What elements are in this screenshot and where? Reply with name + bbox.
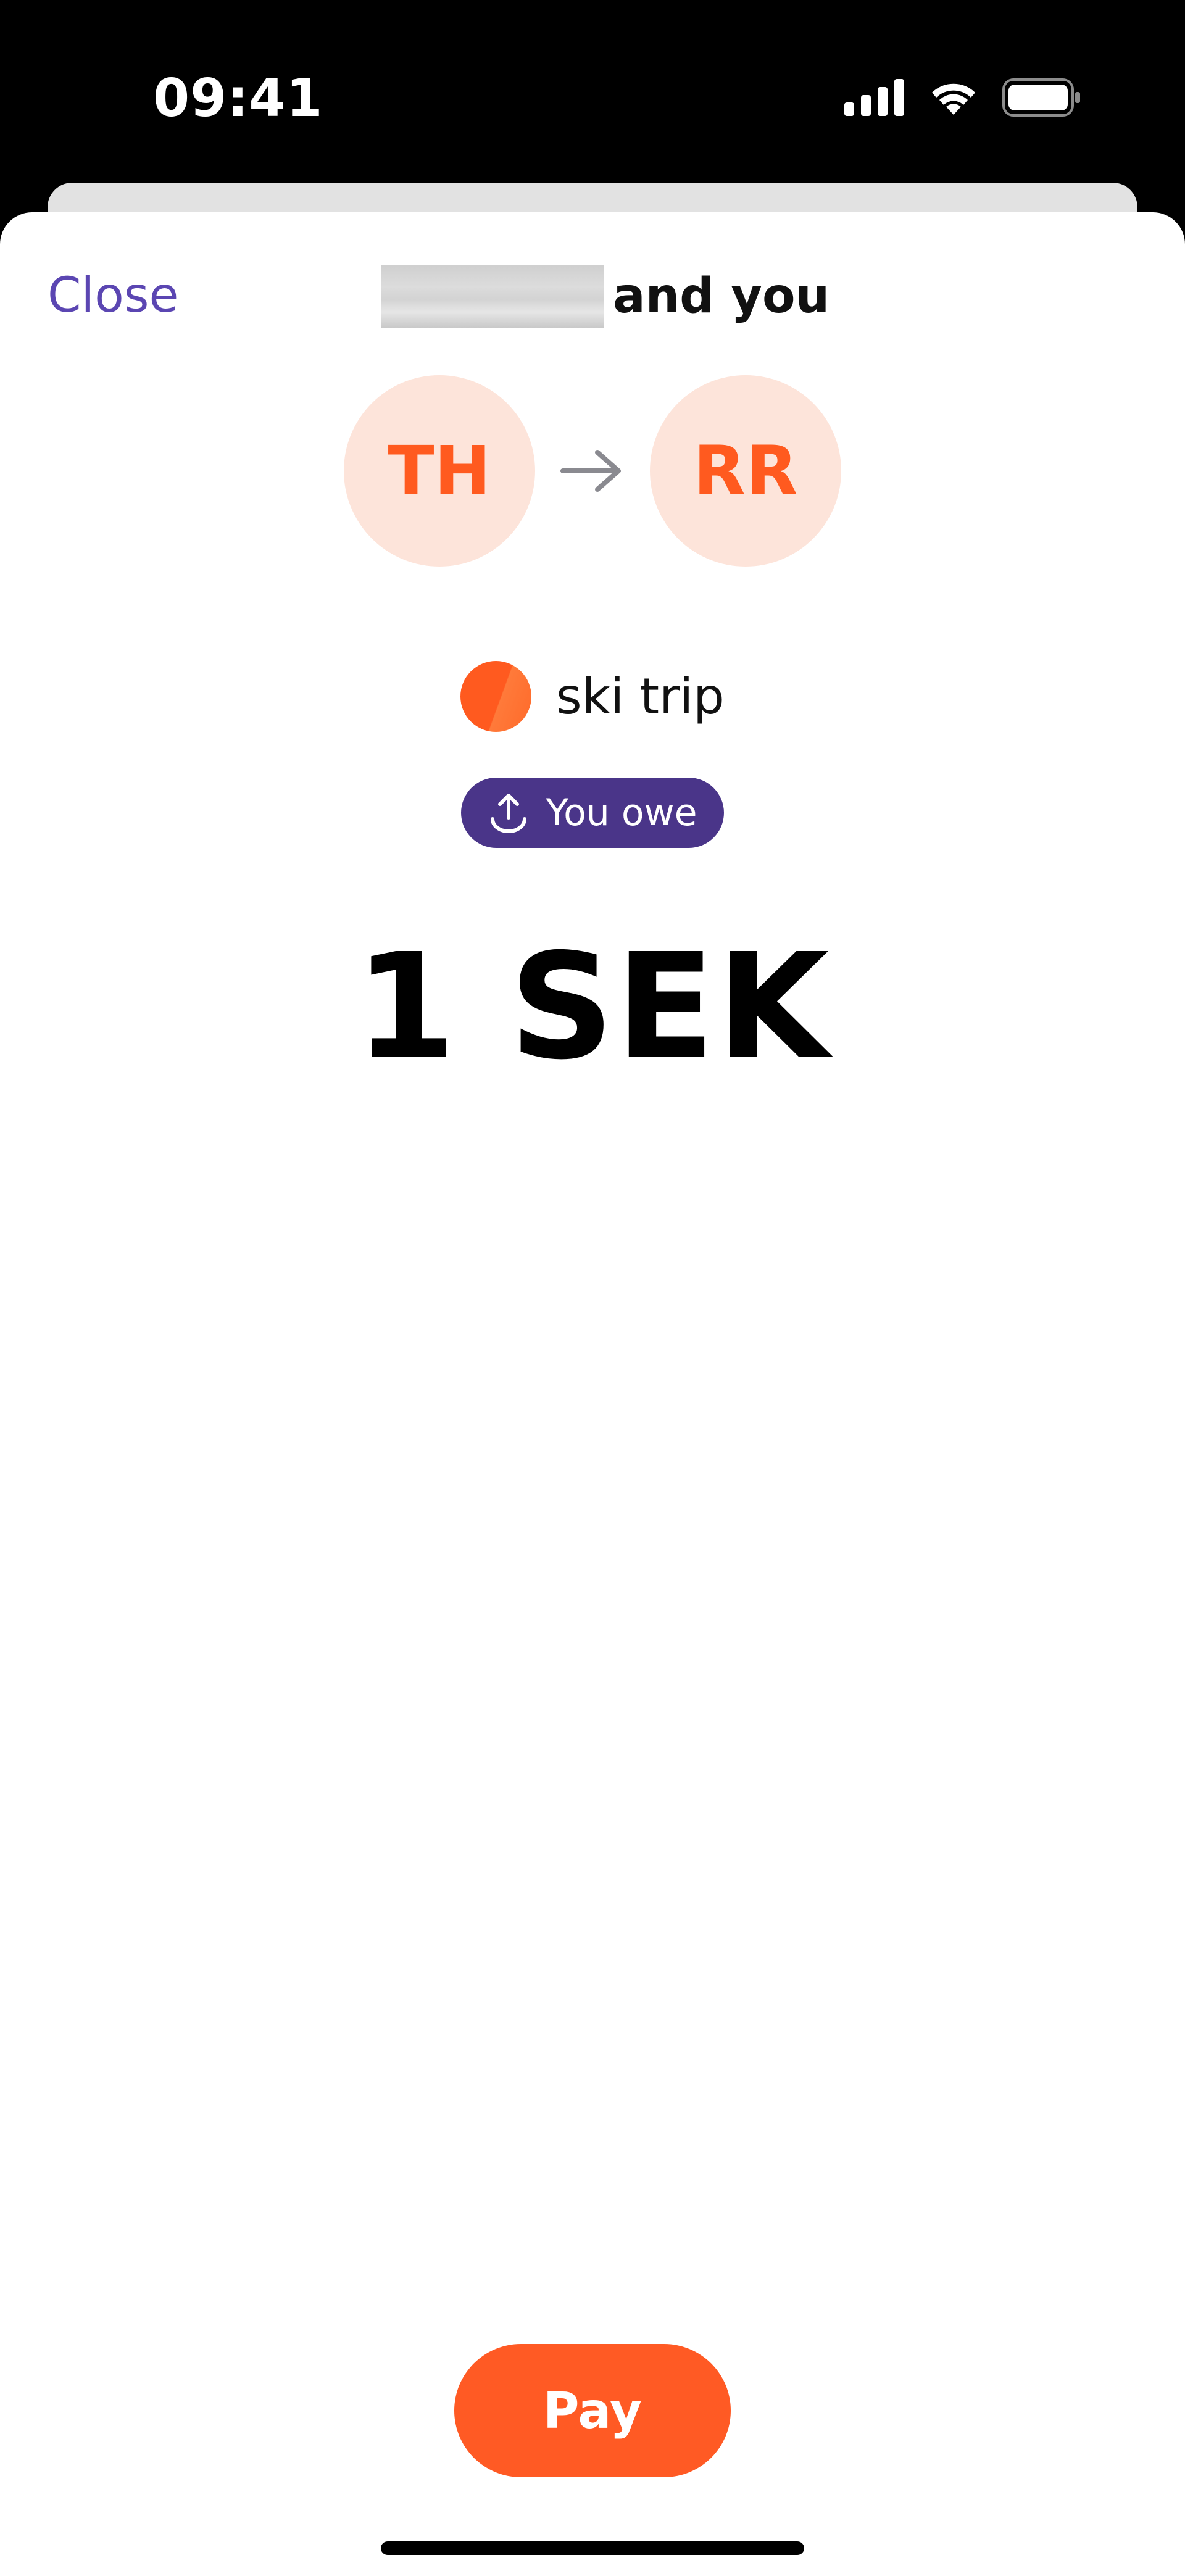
wifi-icon xyxy=(932,83,975,115)
amount-display: 1 SEK xyxy=(354,922,831,1092)
group-row: ski trip xyxy=(0,659,1185,733)
cellular-signal-icon xyxy=(844,79,904,116)
upload-arrow-icon xyxy=(491,794,527,833)
payer-avatar: TH xyxy=(344,375,535,567)
status-badge-label: You owe xyxy=(546,791,697,834)
group-dot-icon xyxy=(460,660,532,732)
settle-up-sheet: Close and you TH RR ski trip You owe 1 S… xyxy=(0,212,1185,2576)
pay-button[interactable]: Pay xyxy=(454,2344,731,2477)
battery-icon xyxy=(1002,78,1080,117)
status-badge: You owe xyxy=(461,778,724,848)
app-screen: 09:41 Close and you TH RR ski trip You o… xyxy=(0,0,1185,2576)
participants: TH RR xyxy=(0,375,1185,567)
payee-avatar: RR xyxy=(650,375,841,567)
title-suffix: and you xyxy=(613,268,830,324)
arrow-right-icon xyxy=(560,450,621,492)
status-time: 09:41 xyxy=(153,68,323,129)
sheet-title: and you xyxy=(381,264,830,328)
redacted-contact-name xyxy=(381,265,604,328)
status-icons xyxy=(844,73,1081,122)
home-indicator[interactable] xyxy=(381,2541,804,2555)
status-bar: 09:41 xyxy=(0,0,1185,185)
close-button[interactable]: Close xyxy=(48,268,178,323)
group-name: ski trip xyxy=(556,667,725,725)
